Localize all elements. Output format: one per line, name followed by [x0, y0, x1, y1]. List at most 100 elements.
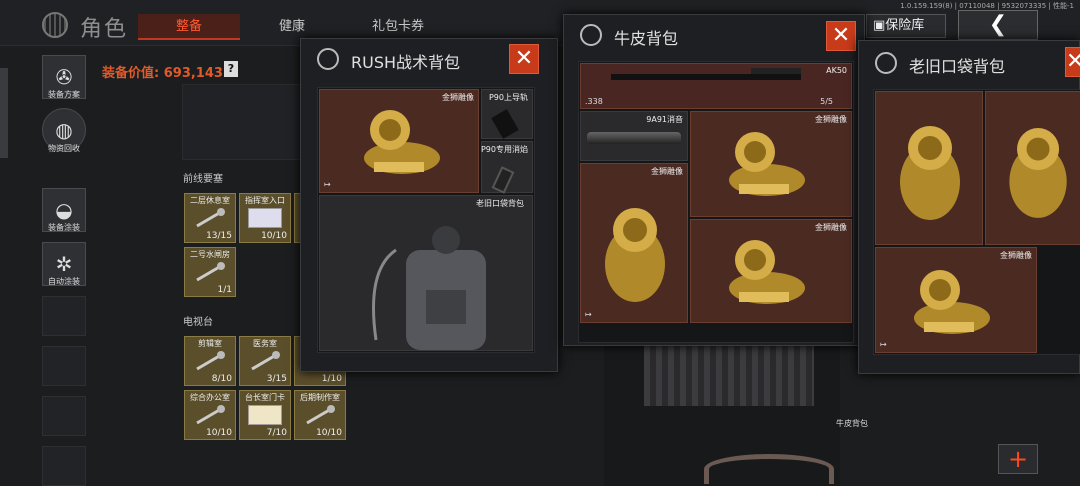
empty-slot[interactable]	[42, 346, 86, 386]
gun-name: AK50	[826, 66, 847, 75]
key-count: 3/15	[266, 374, 287, 384]
item-name: P90专用消焰	[480, 145, 528, 154]
item-old-pocket-backpack[interactable]: 老旧口袋背包	[319, 195, 533, 351]
character-preview	[604, 346, 840, 486]
panel-title: 牛皮背包	[614, 29, 679, 48]
close-button[interactable]: ✕	[1065, 47, 1080, 77]
globe-icon	[580, 24, 602, 46]
key-name: 综合办公室	[190, 393, 230, 402]
rail-icon	[491, 109, 519, 139]
key-card[interactable]: 二号水闸房 1/1	[184, 247, 236, 297]
backpack-icon	[372, 226, 486, 350]
bag-icon: ◍	[55, 118, 73, 142]
item-lion-statue[interactable]: 金狮雕像	[690, 219, 852, 323]
item-lion-statue[interactable]: 金狮雕像	[690, 111, 852, 217]
key-card[interactable]: 综合办公室 10/10	[184, 390, 236, 440]
key-count: 8/10	[211, 374, 232, 384]
rifle-icon	[611, 74, 801, 80]
key-count: 13/15	[206, 231, 232, 241]
scope-icon	[751, 68, 801, 74]
globe-icon	[875, 52, 897, 74]
key-icon	[196, 351, 225, 371]
old-pocket-backpack-panel: 老旧口袋背包 ✕ 金狮雕像 ↦	[858, 40, 1080, 374]
globe-icon	[317, 48, 339, 70]
strap-preview	[704, 454, 834, 484]
vault-button[interactable]: ▣保险库	[866, 14, 946, 38]
key-card[interactable]: 指挥室入口 10/10	[239, 193, 291, 243]
key-icon	[306, 405, 335, 425]
key-card[interactable]: 医务室 3/15	[239, 336, 291, 386]
tab-gift-cards[interactable]: 礼包卡券	[360, 14, 436, 40]
lion-statue-icon	[729, 240, 805, 304]
lion-statue-icon	[900, 126, 960, 220]
empty-slot[interactable]	[42, 396, 86, 436]
back-button[interactable]: ❮	[958, 10, 1038, 40]
vault-label: 保险库	[885, 18, 925, 33]
tab-equip[interactable]: 整备	[138, 14, 240, 40]
key-card[interactable]: 后期制作室 10/10	[294, 390, 346, 440]
key-name: 后期制作室	[300, 393, 340, 402]
tab-health[interactable]: 健康	[262, 14, 322, 40]
key-count: 1/10	[321, 374, 342, 384]
key-count: 1/1	[217, 285, 232, 295]
sidebar-label-plan: 装备方案	[48, 90, 80, 99]
key-name: 二层休息室	[190, 196, 230, 205]
item-lion-statue[interactable]: 金狮雕像 ↦	[319, 89, 479, 193]
muzzle-icon	[491, 166, 515, 194]
key-name: 指挥室入口	[245, 196, 285, 205]
section-title: 前线要塞	[183, 174, 223, 185]
item-gun[interactable]: AK50 .338 5/5	[580, 63, 852, 109]
key-name: 剪辑室	[198, 339, 222, 348]
lion-statue-icon	[1009, 128, 1067, 218]
key-icon	[196, 405, 225, 425]
side-handle[interactable]	[0, 68, 8, 158]
key-name: 台长室门卡	[245, 393, 285, 402]
lion-statue-icon	[914, 270, 990, 334]
character-icon	[42, 12, 68, 38]
item-lion-statue[interactable]: 金狮雕像 ↦	[580, 163, 688, 323]
item-rail[interactable]: P90上导轨	[481, 89, 533, 139]
close-button[interactable]: ✕	[509, 44, 539, 74]
key-card[interactable]: 二层休息室 13/15	[184, 193, 236, 243]
item-muzzle[interactable]: P90专用消焰	[480, 141, 533, 194]
empty-slot[interactable]	[42, 446, 86, 486]
item-name: 金狮雕像	[651, 167, 683, 176]
key-count: 10/10	[206, 428, 232, 438]
sidebar-label-auto: 自动涂装	[48, 277, 80, 286]
help-icon[interactable]: ?	[224, 61, 238, 77]
key-icon	[196, 262, 225, 282]
add-button[interactable]: +	[998, 444, 1038, 474]
vault-icon: ▣	[873, 18, 886, 33]
gun-icon: ✇	[55, 65, 73, 89]
key-card[interactable]: 剪辑室 8/10	[184, 336, 236, 386]
lion-statue-icon	[729, 132, 805, 196]
key-count: 10/10	[316, 428, 342, 438]
key-name: 二号水闸房	[190, 250, 230, 259]
sidebar-label-recycle: 物资回收	[48, 144, 80, 153]
key-area	[182, 84, 302, 160]
key-count: 7/10	[266, 428, 287, 438]
close-icon: ✕	[1066, 49, 1080, 74]
close-button[interactable]: ✕	[826, 21, 856, 51]
item-suppressor[interactable]: 9A91消音	[580, 111, 688, 161]
backpack-preview	[644, 346, 814, 406]
suppressor-icon	[587, 132, 681, 144]
close-icon: ✕	[514, 46, 534, 71]
key-icon	[196, 208, 225, 228]
item-name: 9A91消音	[646, 115, 683, 124]
lion-statue-icon	[364, 110, 440, 174]
lion-statue-icon	[605, 208, 665, 302]
panel-title: RUSH战术背包	[351, 53, 461, 72]
item-lion-statue[interactable]	[985, 91, 1080, 245]
item-name: 金狮雕像	[815, 115, 847, 124]
item-lion-statue[interactable]	[875, 91, 983, 245]
item-lion-statue[interactable]: 金狮雕像 ↦	[875, 247, 1037, 353]
item-name: 金狮雕像	[1000, 251, 1032, 260]
key-card[interactable]: 台长室门卡 7/10	[239, 390, 291, 440]
key-name: 医务室	[253, 339, 277, 348]
item-name: P90上导轨	[488, 93, 528, 102]
equipment-value: 装备价值: 693,143	[102, 66, 223, 81]
empty-slot[interactable]	[42, 296, 86, 336]
panel-title: 老旧口袋背包	[909, 57, 1006, 76]
close-icon: ✕	[831, 23, 851, 48]
